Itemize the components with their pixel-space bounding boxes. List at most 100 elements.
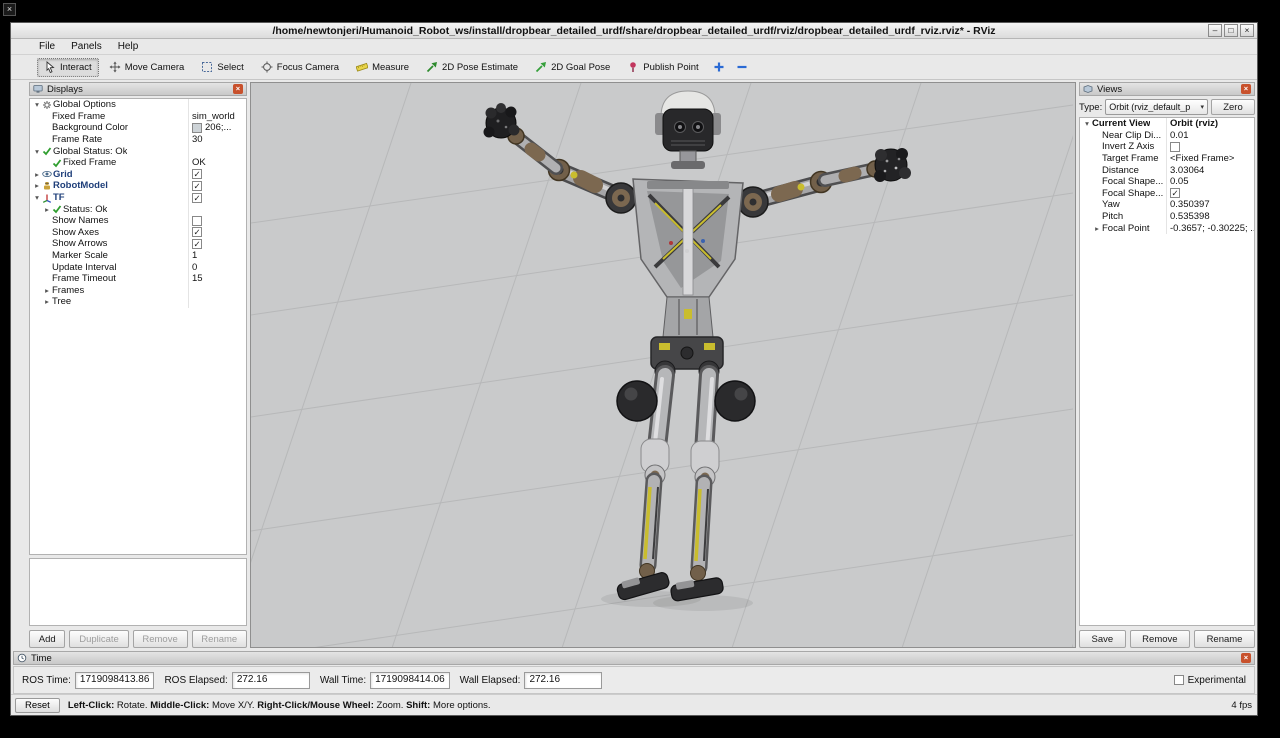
outer-close-icon[interactable]: × bbox=[3, 3, 16, 16]
property-value[interactable] bbox=[188, 285, 246, 297]
expander-closed-icon[interactable]: ▸ bbox=[32, 170, 42, 179]
tree-row-show-names[interactable]: Show Names bbox=[30, 215, 246, 227]
property-value[interactable] bbox=[188, 145, 246, 157]
expander-open-icon[interactable]: ▾ bbox=[1082, 119, 1092, 128]
tree-row-target-frame[interactable]: Target Frame<Fixed Frame> bbox=[1080, 153, 1254, 165]
displays-duplicate-button[interactable]: Duplicate bbox=[69, 630, 128, 648]
property-value[interactable]: sim_world bbox=[188, 111, 246, 123]
expander-closed-icon[interactable]: ▸ bbox=[42, 205, 52, 214]
property-value[interactable]: 206;... bbox=[188, 122, 246, 134]
tree-row-frame-timeout[interactable]: Frame Timeout15 bbox=[30, 273, 246, 285]
window-titlebar[interactable]: /home/newtonjeri/Humanoid_Robot_ws/insta… bbox=[11, 23, 1257, 39]
tree-row-fixed-frame[interactable]: Fixed Framesim_world bbox=[30, 111, 246, 123]
displays-panel-header[interactable]: Displays × bbox=[29, 82, 247, 96]
displays-add-button[interactable]: Add bbox=[29, 630, 65, 648]
views-close-icon[interactable]: × bbox=[1241, 84, 1251, 94]
checkbox-checked[interactable]: ✓ bbox=[192, 239, 202, 249]
tree-row-near-clip-di[interactable]: Near Clip Di...0.01 bbox=[1080, 130, 1254, 142]
tree-row-marker-scale[interactable]: Marker Scale1 bbox=[30, 250, 246, 262]
tool-2d-goal-pose[interactable]: 2D Goal Pose bbox=[528, 58, 617, 77]
property-value[interactable] bbox=[188, 215, 246, 227]
tool-measure[interactable]: Measure bbox=[349, 58, 416, 77]
time-panel-header[interactable]: Time × bbox=[13, 651, 1255, 665]
time-close-icon[interactable]: × bbox=[1241, 653, 1251, 663]
tree-row-frame-rate[interactable]: Frame Rate30 bbox=[30, 134, 246, 146]
tool-publish-point[interactable]: Publish Point bbox=[620, 58, 705, 77]
close-button[interactable]: × bbox=[1240, 24, 1254, 37]
property-value[interactable]: -0.3657; -0.30225; ... bbox=[1166, 222, 1254, 234]
tree-row-tf[interactable]: ▾TF✓ bbox=[30, 192, 246, 204]
property-value[interactable] bbox=[1166, 141, 1254, 153]
tree-row-background-color[interactable]: Background Color206;... bbox=[30, 122, 246, 134]
tree-row-yaw[interactable]: Yaw0.350397 bbox=[1080, 199, 1254, 211]
remove-tool-button[interactable] bbox=[732, 58, 752, 77]
menu-help[interactable]: Help bbox=[118, 41, 139, 52]
property-value[interactable]: 0.05 bbox=[1166, 176, 1254, 188]
checkbox-unchecked[interactable] bbox=[1170, 142, 1180, 152]
maximize-button[interactable]: □ bbox=[1224, 24, 1238, 37]
checkbox-checked[interactable]: ✓ bbox=[192, 181, 202, 191]
checkbox-checked[interactable]: ✓ bbox=[192, 193, 202, 203]
tree-row-grid[interactable]: ▸Grid✓ bbox=[30, 169, 246, 181]
add-tool-button[interactable] bbox=[709, 58, 729, 77]
expander-open-icon[interactable]: ▾ bbox=[32, 193, 42, 202]
property-value[interactable] bbox=[188, 296, 246, 308]
property-value[interactable]: 15 bbox=[188, 273, 246, 285]
experimental-checkbox[interactable] bbox=[1174, 675, 1184, 685]
property-value[interactable]: 1 bbox=[188, 250, 246, 262]
view-type-dropdown[interactable]: Orbit (rviz_default_p ▾ bbox=[1105, 99, 1208, 115]
expander-closed-icon[interactable]: ▸ bbox=[32, 181, 42, 190]
property-value[interactable]: <Fixed Frame> bbox=[1166, 153, 1254, 165]
expander-closed-icon[interactable]: ▸ bbox=[1092, 224, 1102, 233]
property-value[interactable]: 0.01 bbox=[1166, 130, 1254, 142]
property-value[interactable]: 30 bbox=[188, 134, 246, 146]
tree-row-robotmodel[interactable]: ▸RobotModel✓ bbox=[30, 180, 246, 192]
expander-open-icon[interactable]: ▾ bbox=[32, 147, 42, 156]
property-value[interactable]: OK bbox=[188, 157, 246, 169]
reset-button[interactable]: Reset bbox=[15, 698, 60, 713]
tool-2d-pose-estimate[interactable]: 2D Pose Estimate bbox=[419, 58, 525, 77]
views-rename-button[interactable]: Rename bbox=[1194, 630, 1255, 648]
tree-row-distance[interactable]: Distance3.03064 bbox=[1080, 164, 1254, 176]
property-value[interactable]: 0.350397 bbox=[1166, 199, 1254, 211]
minimize-button[interactable]: – bbox=[1208, 24, 1222, 37]
checkbox-checked[interactable]: ✓ bbox=[192, 227, 202, 237]
tree-row-status-ok[interactable]: ▸Status: Ok bbox=[30, 203, 246, 215]
property-value[interactable]: ✓ bbox=[188, 192, 246, 204]
tool-interact[interactable]: Interact bbox=[37, 58, 99, 77]
views-remove-button[interactable]: Remove bbox=[1130, 630, 1190, 648]
tree-row-show-axes[interactable]: Show Axes✓ bbox=[30, 227, 246, 239]
tool-move-camera[interactable]: Move Camera bbox=[102, 58, 192, 77]
zero-button[interactable]: Zero bbox=[1211, 99, 1255, 115]
time-field-value[interactable]: 1719098414.06 bbox=[370, 672, 450, 689]
checkbox-checked[interactable]: ✓ bbox=[1170, 188, 1180, 198]
tree-row-focal-shape[interactable]: Focal Shape...✓ bbox=[1080, 188, 1254, 200]
displays-remove-button[interactable]: Remove bbox=[133, 630, 188, 648]
property-value[interactable]: 0 bbox=[188, 261, 246, 273]
property-value[interactable]: ✓ bbox=[188, 180, 246, 192]
property-value[interactable]: ✓ bbox=[1166, 188, 1254, 200]
menu-panels[interactable]: Panels bbox=[71, 41, 102, 52]
tree-row-invert-z-axis[interactable]: Invert Z Axis bbox=[1080, 141, 1254, 153]
expander-closed-icon[interactable]: ▸ bbox=[42, 286, 52, 295]
tree-row-pitch[interactable]: Pitch0.535398 bbox=[1080, 211, 1254, 223]
expander-closed-icon[interactable]: ▸ bbox=[42, 297, 52, 306]
tree-row-fixed-frame[interactable]: Fixed FrameOK bbox=[30, 157, 246, 169]
displays-close-icon[interactable]: × bbox=[233, 84, 243, 94]
property-value[interactable]: ✓ bbox=[188, 238, 246, 250]
tree-row-global-options[interactable]: ▾Global Options bbox=[30, 99, 246, 111]
property-value[interactable]: ✓ bbox=[188, 169, 246, 181]
menu-file[interactable]: File bbox=[39, 41, 55, 52]
tree-row-current-view[interactable]: ▾Current ViewOrbit (rviz) bbox=[1080, 118, 1254, 130]
property-value[interactable]: Orbit (rviz) bbox=[1166, 118, 1254, 130]
checkbox-checked[interactable]: ✓ bbox=[192, 169, 202, 179]
tree-row-focal-shape[interactable]: Focal Shape...0.05 bbox=[1080, 176, 1254, 188]
tool-select[interactable]: Select bbox=[194, 58, 250, 77]
tree-row-tree[interactable]: ▸Tree bbox=[30, 296, 246, 308]
views-panel-header[interactable]: Views × bbox=[1079, 82, 1255, 96]
property-value[interactable]: 3.03064 bbox=[1166, 164, 1254, 176]
displays-rename-button[interactable]: Rename bbox=[192, 630, 247, 648]
tree-row-global-status-ok[interactable]: ▾Global Status: Ok bbox=[30, 145, 246, 157]
property-value[interactable]: 0.535398 bbox=[1166, 211, 1254, 223]
time-field-value[interactable]: 272.16 bbox=[232, 672, 310, 689]
